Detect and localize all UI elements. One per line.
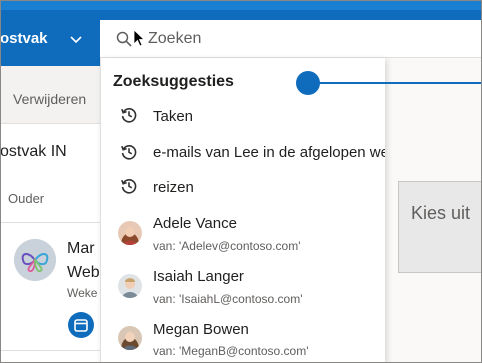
calendar-icon [74, 319, 88, 332]
person-email: van: 'MeganB@contoso.com' [153, 344, 309, 358]
person-photo-icon [118, 274, 142, 298]
callout-line [308, 82, 482, 84]
search-icon [116, 31, 132, 47]
suggestion-term[interactable]: reizen [153, 179, 194, 196]
empty-state-label: Kies uit [411, 203, 471, 223]
message-subject[interactable]: Web [67, 264, 100, 282]
chevron-down-icon[interactable] [69, 32, 83, 46]
header-strip [0, 0, 482, 10]
mouse-pointer-icon [133, 29, 145, 47]
avatar [14, 239, 56, 281]
person-email: van: 'Adelev@contoso.com' [153, 239, 301, 253]
delete-button[interactable]: Verwijderen [13, 91, 86, 107]
history-icon [121, 145, 137, 160]
person-name[interactable]: Isaiah Langer [153, 268, 244, 285]
search-input[interactable] [148, 28, 448, 50]
history-icon [121, 179, 137, 194]
search-suggestions-dropdown: Zoeksuggesties Taken e-mails van Lee in … [100, 58, 385, 363]
calendar-badge[interactable] [68, 312, 94, 338]
list-divider [0, 350, 100, 351]
message-preview: Weke [67, 286, 98, 300]
suggestion-term[interactable]: Taken [153, 108, 193, 125]
avatar [118, 326, 142, 350]
date-group-label: Ouder [8, 191, 45, 206]
avatar [118, 274, 142, 298]
message-sender[interactable]: Mar [67, 240, 95, 258]
callout-dot [296, 71, 320, 95]
suggestions-heading: Zoeksuggesties [113, 73, 234, 90]
person-email: van: 'IsaiahL@contoso.com' [153, 292, 303, 306]
search-box[interactable] [100, 20, 482, 58]
list-divider [0, 222, 100, 223]
person-photo-icon [118, 326, 142, 350]
suggestion-term[interactable]: e-mails van Lee in de afgelopen week [153, 144, 385, 161]
history-icon [121, 108, 137, 123]
person-photo-icon [118, 221, 142, 245]
butterfly-logo-icon [14, 239, 56, 281]
folder-switcher-label[interactable]: ostvak [0, 30, 48, 47]
person-name[interactable]: Adele Vance [153, 215, 237, 232]
avatar [118, 221, 142, 245]
person-name[interactable]: Megan Bowen [153, 321, 249, 338]
empty-state-box [398, 181, 482, 273]
folder-title: ostvak IN [0, 143, 67, 160]
